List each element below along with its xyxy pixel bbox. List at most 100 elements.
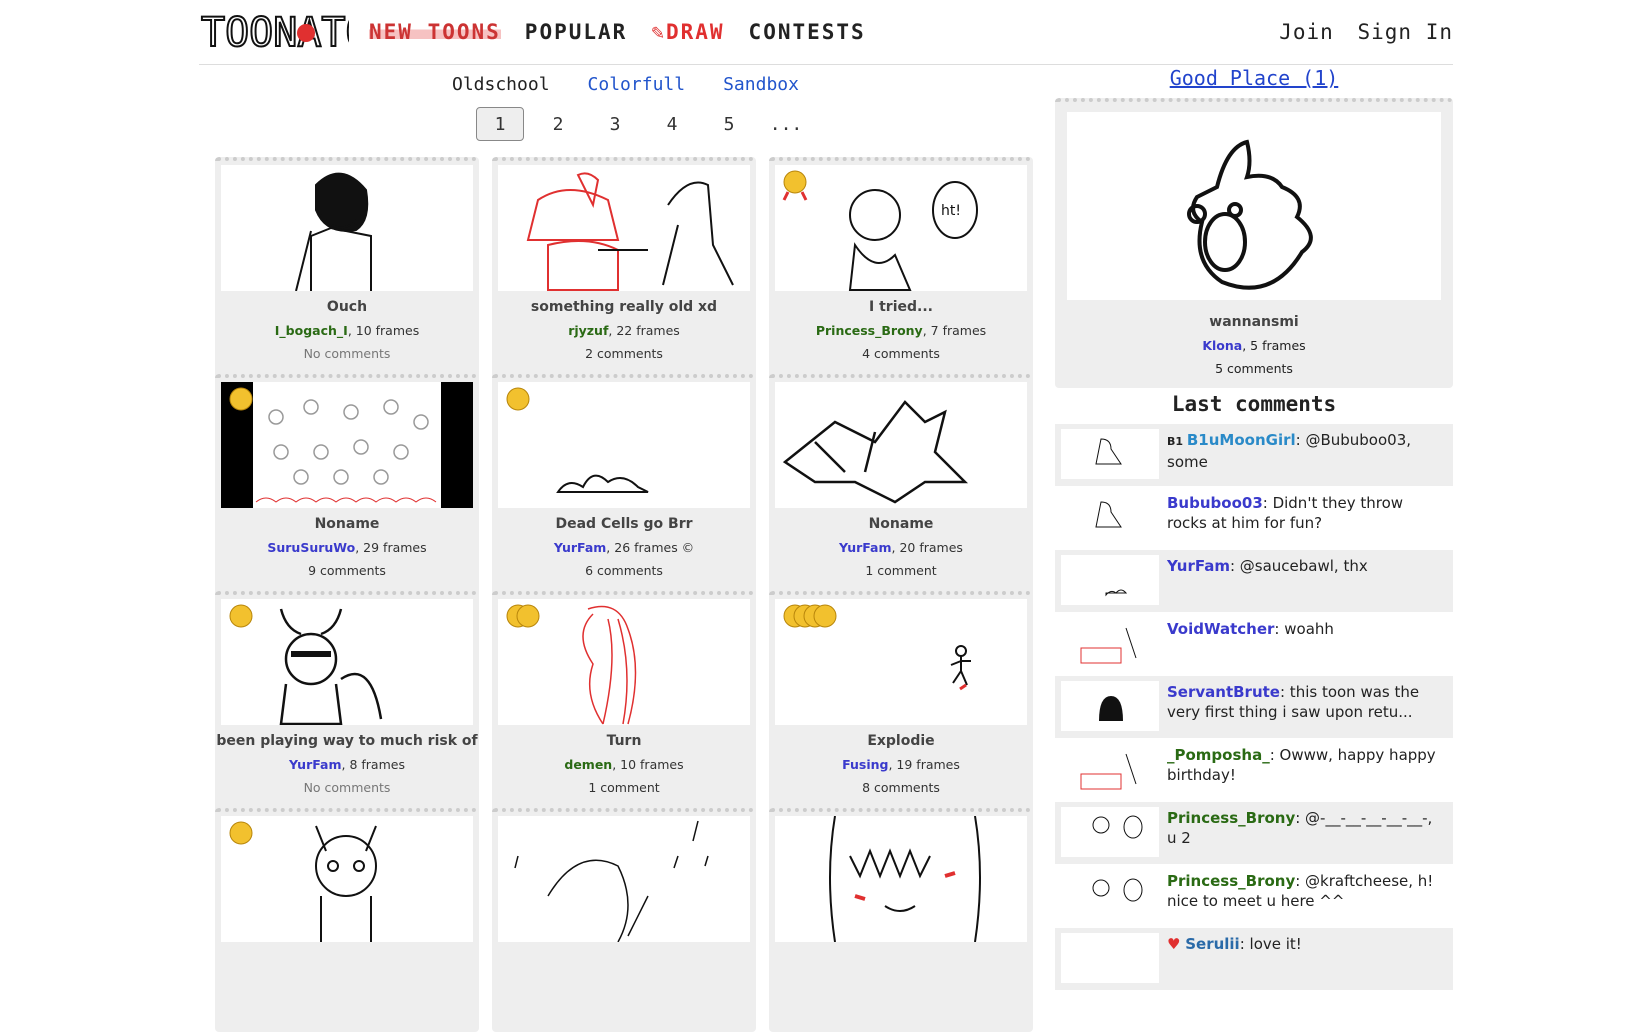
author-link[interactable]: YurFam (839, 540, 891, 555)
toon-title[interactable]: something really old xd (492, 299, 756, 315)
toon-card[interactable] (769, 808, 1033, 1032)
toonator-logo[interactable]: TOONATOR (199, 6, 349, 58)
featured-toon-title[interactable]: wannansmi (1055, 314, 1453, 330)
comment-toon-thumbnail[interactable] (1061, 933, 1159, 983)
toon-title[interactable]: Explodie (769, 733, 1033, 749)
toon-thumbnail[interactable] (498, 816, 750, 942)
featured-toon-card[interactable]: wannansmi Klona, 5 frames 5 comments (1055, 98, 1453, 388)
author-link[interactable]: I_bogach_I (275, 323, 348, 338)
toon-title[interactable]: Noname (215, 516, 479, 532)
toon-card[interactable]: something really old xd rjyzuf, 22 frame… (492, 157, 756, 381)
toon-card[interactable]: Noname SuruSuruWo, 29 frames 9 comments (215, 374, 479, 598)
toon-thumbnail[interactable] (775, 816, 1027, 942)
toon-thumbnail[interactable] (775, 382, 1027, 508)
comment-item[interactable]: _Pomposha_: Owww, happy happy birthday! (1055, 739, 1453, 802)
toon-thumbnail[interactable] (498, 382, 750, 508)
comment-item[interactable]: YurFam: @saucebawl, thx (1055, 550, 1453, 613)
comment-count[interactable]: 9 comments (215, 563, 479, 578)
featured-author-link[interactable]: Klona (1202, 338, 1242, 353)
join-link[interactable]: Join (1279, 20, 1334, 44)
toon-card[interactable]: Explodie Fusing, 19 frames 8 comments (769, 591, 1033, 815)
toon-thumbnail[interactable] (221, 382, 473, 508)
comment-item[interactable]: VoidWatcher: woahh (1055, 613, 1453, 676)
tab-colorfull[interactable]: Colorfull (588, 74, 686, 95)
toon-card[interactable] (492, 808, 756, 1032)
nav-contests[interactable]: CONTESTS (749, 20, 866, 44)
nav-popular[interactable]: POPULAR (525, 20, 628, 44)
author-link[interactable]: demen (564, 757, 612, 772)
comment-count[interactable]: 8 comments (769, 780, 1033, 795)
comment-item[interactable]: ♥ Serulii: love it! (1055, 928, 1453, 991)
comment-author[interactable]: _Pomposha_ (1167, 746, 1270, 764)
toon-thumbnail[interactable] (221, 165, 473, 291)
comment-count[interactable]: No comments (215, 780, 479, 795)
comment-toon-thumbnail[interactable] (1061, 744, 1159, 794)
comment-count[interactable]: 4 comments (769, 346, 1033, 361)
toon-card[interactable]: been playing way to much risk of YurFam,… (215, 591, 479, 815)
good-place-link[interactable]: Good Place (1) (1170, 66, 1339, 90)
sign-in-link[interactable]: Sign In (1357, 20, 1453, 44)
page-3[interactable]: 3 (592, 108, 638, 140)
comment-author[interactable]: ServantBrute (1167, 683, 1280, 701)
toon-title[interactable]: Ouch (215, 299, 479, 315)
page-2[interactable]: 2 (535, 108, 581, 140)
comment-author[interactable]: VoidWatcher (1167, 620, 1274, 638)
comment-toon-thumbnail[interactable] (1061, 429, 1159, 479)
comment-toon-thumbnail[interactable] (1061, 870, 1159, 920)
toon-title[interactable]: Dead Cells go Brr (492, 516, 756, 532)
toon-card[interactable]: Noname YurFam, 20 frames 1 comment (769, 374, 1033, 598)
author-link[interactable]: SuruSuruWo (267, 540, 355, 555)
comment-toon-thumbnail[interactable] (1061, 807, 1159, 857)
page-5[interactable]: 5 (706, 108, 752, 140)
comment-toon-thumbnail[interactable] (1061, 618, 1159, 668)
toon-title[interactable]: I tried... (769, 299, 1033, 315)
toon-card[interactable]: ht! I tried... Princess_Brony, 7 frames … (769, 157, 1033, 381)
comment-toon-thumbnail[interactable] (1061, 681, 1159, 731)
page-1[interactable]: 1 (476, 107, 524, 141)
tab-sandbox[interactable]: Sandbox (723, 74, 799, 95)
comment-toon-thumbnail[interactable] (1061, 555, 1159, 605)
comment-count[interactable]: 6 comments (492, 563, 756, 578)
toon-card[interactable]: Ouch I_bogach_I, 10 frames No comments (215, 157, 479, 381)
author-link[interactable]: YurFam (554, 540, 606, 555)
featured-comment-count[interactable]: 5 comments (1055, 361, 1453, 376)
nav-draw[interactable]: ✎DRAW (651, 20, 724, 44)
comment-count[interactable]: 2 comments (492, 346, 756, 361)
featured-toon-thumbnail[interactable] (1067, 112, 1441, 300)
comment-item[interactable]: B1 B1uMoonGirl: @Bububoo03, some (1055, 424, 1453, 487)
comment-author[interactable]: Princess_Brony (1167, 872, 1295, 890)
comment-author[interactable]: Serulii (1185, 935, 1239, 953)
nav-new-toons[interactable]: NEW TOONS (369, 20, 501, 44)
toon-thumbnail[interactable] (498, 165, 750, 291)
comment-author[interactable]: Bububoo03 (1167, 494, 1263, 512)
comment-count[interactable]: No comments (215, 346, 479, 361)
toon-card[interactable] (215, 808, 479, 1032)
toon-thumbnail[interactable]: ht! (775, 165, 1027, 291)
comment-item[interactable]: Princess_Brony: @-__-__-__-__-__-, u 2 (1055, 802, 1453, 865)
comment-author[interactable]: Princess_Brony (1167, 809, 1295, 827)
toon-title[interactable]: Turn (492, 733, 756, 749)
comment-author[interactable]: B1uMoonGirl (1187, 431, 1296, 449)
comment-body: : woahh (1274, 620, 1334, 638)
comment-toon-thumbnail[interactable] (1061, 492, 1159, 542)
comment-count[interactable]: 1 comment (769, 563, 1033, 578)
toon-thumbnail[interactable] (498, 599, 750, 725)
author-link[interactable]: YurFam (289, 757, 341, 772)
toon-title[interactable]: been playing way to much risk of (215, 733, 479, 749)
author-link[interactable]: Princess_Brony (816, 323, 923, 338)
comment-item[interactable]: Princess_Brony: @kraftcheese, h! nice to… (1055, 865, 1453, 928)
comment-count[interactable]: 1 comment (492, 780, 756, 795)
page-4[interactable]: 4 (649, 108, 695, 140)
author-link[interactable]: Fusing (842, 757, 888, 772)
comment-author[interactable]: YurFam (1167, 557, 1230, 575)
toon-thumbnail[interactable] (221, 599, 473, 725)
toon-title[interactable]: Noname (769, 516, 1033, 532)
comment-item[interactable]: Bububoo03: Didn't they throw rocks at hi… (1055, 487, 1453, 550)
toon-card[interactable]: Dead Cells go Brr YurFam, 26 frames © 6 … (492, 374, 756, 598)
toon-thumbnail[interactable] (775, 599, 1027, 725)
tab-oldschool[interactable]: Oldschool (452, 74, 550, 95)
comment-item[interactable]: ServantBrute: this toon was the very fir… (1055, 676, 1453, 739)
author-link[interactable]: rjyzuf (568, 323, 608, 338)
toon-card[interactable]: Turn demen, 10 frames 1 comment (492, 591, 756, 815)
toon-thumbnail[interactable] (221, 816, 473, 942)
